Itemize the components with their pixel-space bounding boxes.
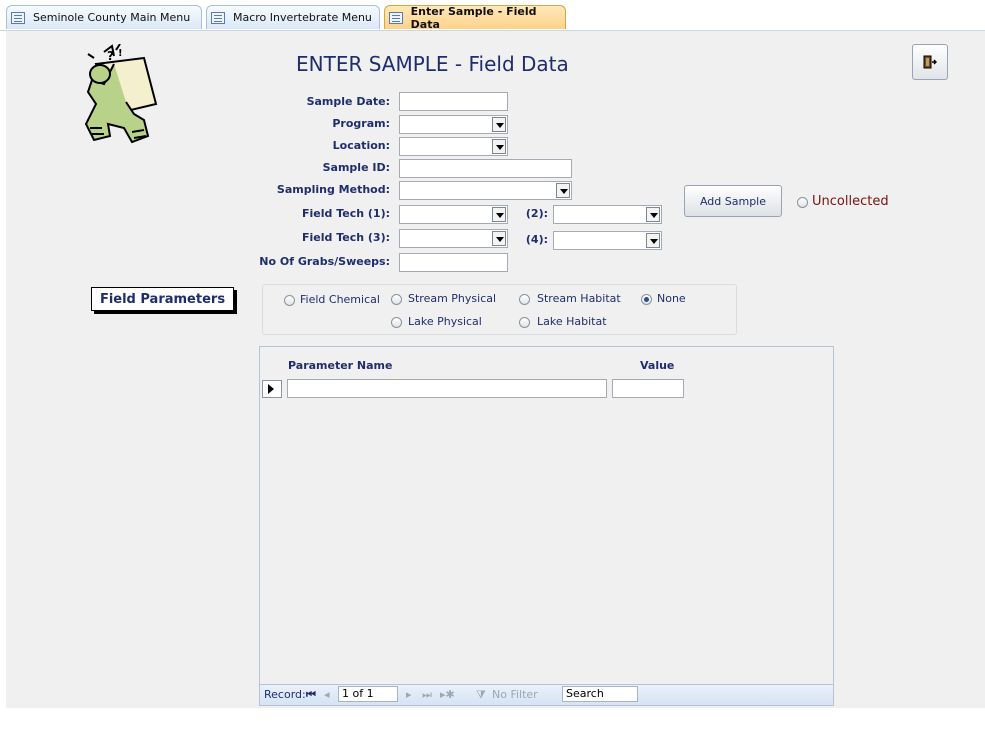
grabs-sweeps-label: No Of Grabs/Sweeps: — [259, 255, 390, 268]
lake-habitat-label: Lake Habitat — [537, 315, 607, 328]
lake-physical-label: Lake Physical — [408, 315, 482, 328]
exit-door-icon — [923, 55, 937, 69]
field-tech-2-label: (2): — [525, 207, 548, 220]
sample-id-label: Sample ID: — [322, 161, 390, 174]
search-box[interactable]: Search — [562, 686, 638, 702]
form-icon — [389, 11, 403, 24]
new-record-icon[interactable]: ▸✱ — [440, 688, 455, 701]
location-label: Location: — [332, 139, 390, 152]
form-icon — [11, 11, 25, 24]
last-record-icon[interactable]: ⏭ — [422, 688, 432, 702]
lake-habitat-radio[interactable] — [519, 317, 530, 328]
field-tech-1-label: Field Tech (1): — [301, 207, 390, 220]
dropdown-arrow-icon[interactable] — [556, 183, 570, 198]
next-record-icon[interactable]: ▸ — [406, 688, 412, 701]
search-placeholder: Search — [566, 687, 604, 700]
dropdown-arrow-icon[interactable] — [646, 207, 660, 222]
value-header: Value — [640, 359, 675, 372]
svg-text:!: ! — [118, 48, 123, 59]
sample-id-input[interactable] — [399, 159, 572, 178]
field-tech-4-label: (4): — [525, 233, 548, 246]
field-parameters-label: Field Parameters — [91, 287, 234, 311]
stream-physical-label: Stream Physical — [408, 292, 497, 305]
location-combo[interactable] — [399, 137, 508, 156]
parameter-name-input[interactable] — [287, 379, 607, 398]
form-icon — [211, 11, 225, 24]
record-label: Record: — [264, 688, 306, 701]
parameter-name-header: Parameter Name — [288, 359, 393, 372]
dropdown-arrow-icon[interactable] — [492, 117, 506, 132]
dropdown-arrow-icon[interactable] — [646, 233, 660, 248]
dropdown-arrow-icon[interactable] — [492, 139, 506, 154]
record-position-box[interactable]: 1 of 1 — [338, 686, 398, 702]
sample-date-label: Sample Date: — [306, 95, 390, 108]
sampling-method-label: Sampling Method: — [276, 183, 390, 196]
field-tech-3-label: Field Tech (3): — [301, 231, 390, 244]
program-combo[interactable] — [399, 115, 508, 134]
dropdown-arrow-icon[interactable] — [492, 231, 506, 246]
uncollected-label: Uncollected — [812, 194, 889, 209]
document-tab-bar: Seminole County Main Menu Macro Inverteb… — [0, 0, 985, 31]
dropdown-arrow-icon[interactable] — [492, 207, 506, 222]
record-position: 1 of 1 — [342, 687, 374, 700]
parameters-subform: Parameter Name Value Record: ⏮ ◂ 1 of 1 … — [259, 346, 834, 706]
field-tech-4-combo[interactable] — [553, 231, 662, 250]
tab-seminole-county-main-menu[interactable]: Seminole County Main Menu — [6, 5, 202, 29]
first-record-icon[interactable]: ⏮ — [306, 688, 316, 702]
record-navigation-bar: Record: ⏮ ◂ 1 of 1 ▸ ⏭ ▸✱ ⧩ No Filter Se… — [260, 684, 833, 705]
no-filter-button[interactable]: No Filter — [492, 688, 538, 701]
sample-date-input[interactable] — [399, 92, 508, 111]
none-radio[interactable] — [641, 294, 652, 305]
none-label: None — [657, 292, 686, 305]
field-tech-3-combo[interactable] — [399, 229, 508, 248]
exit-button[interactable] — [912, 44, 948, 80]
filter-icon: ⧩ — [476, 688, 486, 701]
stream-habitat-label: Stream Habitat — [537, 292, 621, 305]
grabs-sweeps-input[interactable] — [399, 253, 508, 272]
tab-enter-sample-field-data[interactable]: Enter Sample - Field Data — [384, 4, 566, 31]
uncollected-radio[interactable] — [797, 197, 808, 208]
field-chemical-radio[interactable] — [284, 295, 295, 306]
prev-record-icon[interactable]: ◂ — [324, 688, 330, 701]
sampling-method-combo[interactable] — [399, 181, 572, 200]
page-title: ENTER SAMPLE - Field Data — [296, 52, 569, 76]
field-chemical-label: Field Chemical — [300, 293, 380, 306]
tab-macro-invertebrate-menu[interactable]: Macro Invertebrate Menu — [206, 5, 380, 29]
field-tech-2-combo[interactable] — [553, 205, 662, 224]
value-input[interactable] — [612, 379, 684, 398]
stream-habitat-radio[interactable] — [519, 294, 530, 305]
tab-label: Seminole County Main Menu — [33, 11, 191, 24]
tab-label: Enter Sample - Field Data — [410, 4, 537, 31]
program-label: Program: — [332, 117, 390, 130]
field-tech-1-combo[interactable] — [399, 205, 508, 224]
record-selector-icon[interactable] — [262, 380, 282, 398]
lake-physical-radio[interactable] — [391, 317, 402, 328]
clipart-reading-person-image: ? ! — [84, 44, 158, 144]
stream-physical-radio[interactable] — [391, 294, 402, 305]
add-sample-button[interactable]: Add Sample — [684, 185, 782, 217]
tab-label: Macro Invertebrate Menu — [233, 11, 372, 24]
